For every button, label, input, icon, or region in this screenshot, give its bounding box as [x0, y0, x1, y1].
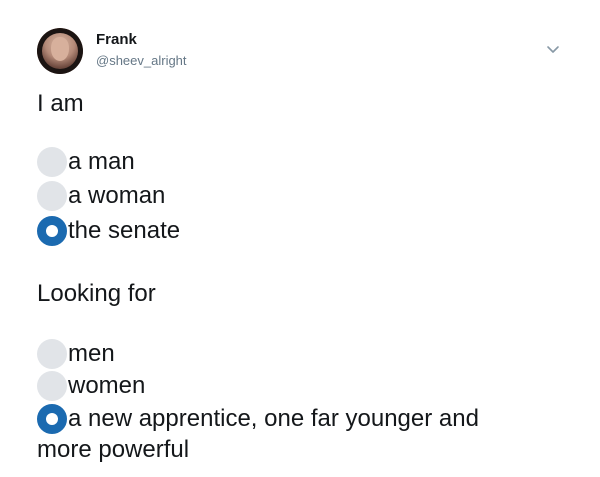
author-handle[interactable]: @sheev_alright [96, 53, 187, 68]
radio-unselected-icon [37, 339, 67, 369]
option-new-apprentice: a new apprentice, one far younger and [37, 403, 479, 435]
author-name[interactable]: Frank [96, 31, 137, 48]
radio-unselected-icon [37, 181, 67, 211]
option-women: women [37, 370, 145, 402]
option-the-senate: the senate [37, 215, 180, 247]
user-avatar-icon[interactable] [37, 28, 83, 74]
chevron-down-icon[interactable] [546, 42, 560, 56]
radio-unselected-icon [37, 371, 67, 401]
tweet-card: Frank @sheev_alright I am a man a woman … [0, 0, 600, 477]
radio-selected-icon [37, 404, 67, 434]
option-label: women [68, 372, 146, 399]
option-a-man: a man [37, 146, 135, 178]
option-men: men [37, 338, 115, 370]
avatar-hood [37, 28, 83, 74]
radio-unselected-icon [37, 147, 67, 177]
prompt-i-am: I am [37, 90, 84, 117]
option-a-woman: a woman [37, 180, 165, 212]
option-label: a man [68, 148, 135, 175]
option-label: men [68, 340, 115, 367]
option-continuation: more powerful [37, 436, 190, 463]
option-label: a new apprentice, one far younger and [68, 405, 479, 432]
option-label: the senate [68, 217, 181, 244]
radio-selected-icon [37, 216, 67, 246]
prompt-looking-for: Looking for [37, 280, 156, 307]
option-label: a woman [68, 182, 166, 209]
